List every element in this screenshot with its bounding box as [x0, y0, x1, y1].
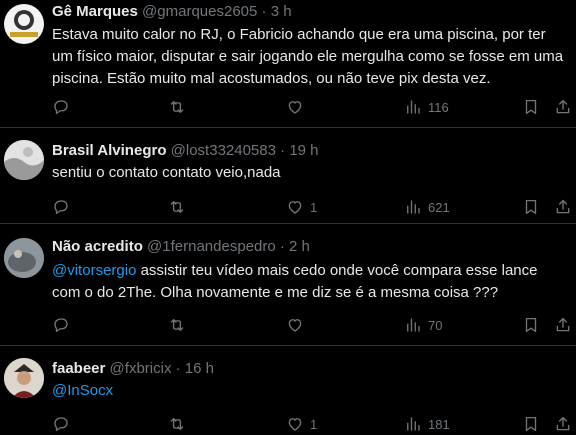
- user-handle[interactable]: @lost33240583: [171, 142, 276, 159]
- timestamp[interactable]: 2 h: [289, 238, 310, 255]
- tweet-3[interactable]: Não acredito @1fernandespedro · 2 h @vit…: [0, 224, 576, 346]
- tweet-header: Não acredito @1fernandespedro · 2 h: [52, 238, 310, 256]
- like-icon: [286, 415, 304, 433]
- display-name[interactable]: faabeer: [52, 360, 105, 377]
- display-name[interactable]: Brasil Alvinegro: [52, 142, 166, 159]
- reply-button[interactable]: [52, 314, 70, 336]
- views-count: 116: [428, 99, 449, 115]
- bookmark-icon: [522, 415, 540, 433]
- tweet-header: faabeer @fxbricix · 16 h: [52, 360, 214, 378]
- reply-icon: [52, 415, 70, 433]
- views-icon: [404, 415, 422, 433]
- views-button[interactable]: 116: [404, 96, 449, 118]
- retweet-icon: [168, 415, 186, 433]
- avatar[interactable]: [4, 238, 44, 278]
- reply-icon: [52, 98, 70, 116]
- like-count: 1: [310, 199, 318, 215]
- tweet-header: Brasil Alvinegro @lost33240583 · 19 h: [52, 142, 319, 160]
- views-icon: [404, 316, 422, 334]
- bookmark-icon: [522, 98, 540, 116]
- timestamp[interactable]: 3 h: [271, 3, 292, 20]
- share-icon: [554, 415, 572, 433]
- views-button[interactable]: 70: [404, 314, 442, 336]
- display-name[interactable]: Gê Marques: [52, 3, 138, 20]
- retweet-icon: [168, 98, 186, 116]
- tweet-text: sentiu o contato contato veio,nada: [52, 164, 281, 181]
- tweet-text: Estava muito calor no RJ, o Fabricio ach…: [52, 26, 564, 87]
- retweet-button[interactable]: [168, 96, 186, 118]
- share-button[interactable]: [554, 196, 572, 218]
- like-button[interactable]: [286, 96, 310, 118]
- tweet-4[interactable]: faabeer @fxbricix · 16 h @InSocx 1 181: [0, 346, 576, 432]
- reply-icon: [52, 198, 70, 216]
- reply-button[interactable]: [52, 96, 70, 118]
- retweet-icon: [168, 198, 186, 216]
- avatar[interactable]: [4, 4, 44, 44]
- reply-icon: [52, 316, 70, 334]
- user-handle[interactable]: @1fernandespedro: [147, 238, 276, 255]
- avatar[interactable]: [4, 358, 44, 398]
- share-icon: [554, 316, 572, 334]
- like-icon: [286, 198, 304, 216]
- separator: ·: [261, 3, 267, 20]
- user-handle[interactable]: @fxbricix: [110, 360, 172, 377]
- like-count: 1: [310, 416, 318, 432]
- views-icon: [404, 98, 422, 116]
- bookmark-button[interactable]: [522, 96, 540, 118]
- like-button[interactable]: [286, 314, 310, 336]
- tweet-2[interactable]: Brasil Alvinegro @lost33240583 · 19 h se…: [0, 128, 576, 224]
- share-button[interactable]: [554, 314, 572, 336]
- share-icon: [554, 98, 572, 116]
- tweet-1[interactable]: Gê Marques @gmarques2605 · 3 h Estava mu…: [0, 0, 576, 128]
- separator: ·: [175, 360, 181, 377]
- views-count: 621: [428, 199, 450, 215]
- retweet-button[interactable]: [168, 196, 186, 218]
- views-button[interactable]: 621: [404, 196, 450, 218]
- action-bar: 116: [52, 96, 572, 118]
- action-bar: 1 621: [52, 196, 572, 218]
- avatar[interactable]: [4, 140, 44, 180]
- reply-button[interactable]: [52, 196, 70, 218]
- timestamp[interactable]: 16 h: [185, 360, 214, 377]
- share-button[interactable]: [554, 96, 572, 118]
- separator: ·: [279, 238, 285, 255]
- mention-link[interactable]: @vitorsergio: [52, 262, 136, 279]
- like-button[interactable]: 1: [286, 196, 317, 218]
- tweet-text-container: @InSocx: [52, 380, 568, 402]
- display-name[interactable]: Não acredito: [52, 238, 143, 255]
- share-icon: [554, 198, 572, 216]
- bookmark-button[interactable]: [522, 196, 540, 218]
- separator: ·: [280, 142, 286, 159]
- like-icon: [286, 98, 304, 116]
- like-icon: [286, 316, 304, 334]
- bookmark-icon: [522, 198, 540, 216]
- timestamp[interactable]: 19 h: [289, 142, 318, 159]
- views-count: 70: [428, 317, 443, 333]
- mention-link[interactable]: @InSocx: [52, 382, 113, 399]
- tweet-header: Gê Marques @gmarques2605 · 3 h: [52, 3, 292, 21]
- user-handle[interactable]: @gmarques2605: [142, 3, 257, 20]
- tweet-text-container: @vitorsergio assistir teu vídeo mais ced…: [52, 260, 568, 304]
- views-icon: [404, 198, 422, 216]
- retweet-icon: [168, 316, 186, 334]
- bookmark-icon: [522, 316, 540, 334]
- views-count: 181: [428, 416, 450, 432]
- retweet-button[interactable]: [168, 314, 186, 336]
- bookmark-button[interactable]: [522, 314, 540, 336]
- action-bar: 70: [52, 314, 572, 336]
